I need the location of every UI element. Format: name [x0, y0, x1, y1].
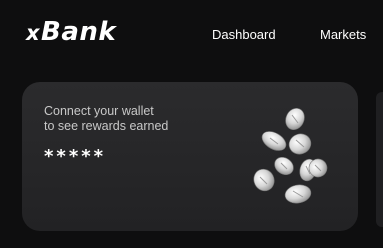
connect-message-line-1: Connect your wallet	[44, 104, 154, 118]
top-navigation-bar: x Bank Dashboard Markets	[0, 0, 383, 70]
rewards-card: Connect your wallet to see rewards earne…	[22, 82, 358, 231]
nav-markets-link[interactable]: Markets	[320, 27, 366, 42]
next-card-edge	[376, 92, 383, 227]
logo-name: Bank	[41, 17, 117, 47]
nav-dashboard-link[interactable]: Dashboard	[212, 27, 276, 42]
coins-stack-icon	[253, 108, 328, 204]
xbank-logo[interactable]: x Bank	[26, 17, 116, 47]
hidden-rewards-value: *****	[44, 146, 107, 167]
connect-message-line-2: to see rewards earned	[44, 119, 169, 133]
connect-wallet-message: Connect your wallet to see rewards earne…	[44, 104, 234, 134]
logo-prefix: x	[26, 21, 41, 45]
